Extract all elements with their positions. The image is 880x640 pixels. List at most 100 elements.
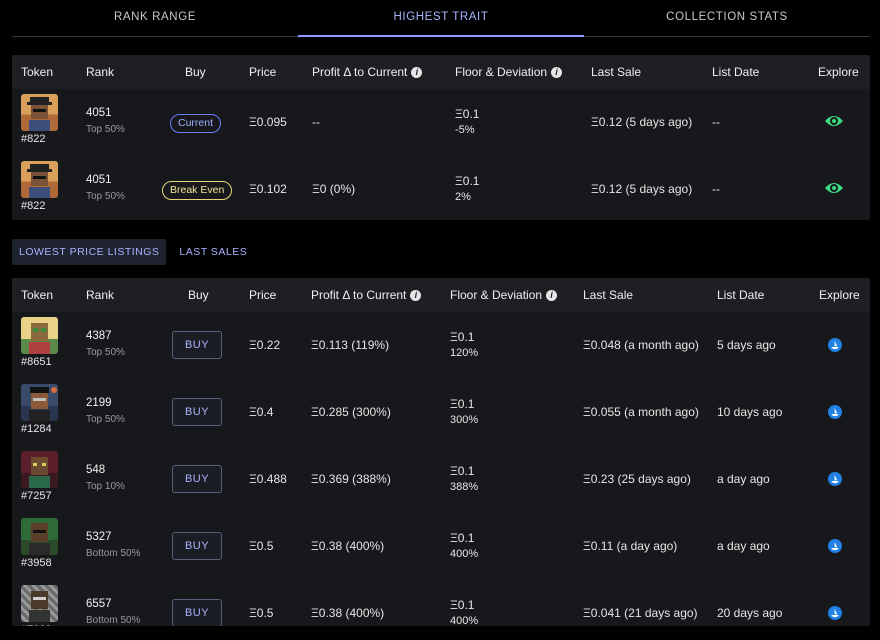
rank-percentile: Bottom 50%	[86, 615, 141, 626]
tab-rank-range[interactable]: RANK RANGE	[12, 0, 298, 36]
buy-button[interactable]: BUY	[172, 465, 222, 493]
header-buy: Buy	[188, 288, 209, 302]
last-sale: Ξ0.23 (25 days ago)	[583, 472, 691, 486]
header-last-sale: Last Sale	[583, 288, 634, 302]
break-even-badge: Break Even	[162, 181, 233, 200]
tab-lowest-price-listings[interactable]: LOWEST PRICE LISTINGS	[12, 239, 167, 265]
eye-icon[interactable]	[824, 180, 844, 196]
token-image[interactable]	[21, 585, 58, 622]
header-explore: Explore	[819, 288, 860, 302]
table-row: #822 4051 Top 50% Break Even Ξ0.102 Ξ0 (…	[12, 156, 870, 220]
header-price: Price	[249, 288, 277, 302]
table-row: #3958 5327 Bottom 50% BUY Ξ0.5 Ξ0.38 (40…	[12, 513, 870, 580]
floor-deviation: -5%	[455, 124, 475, 136]
tab-highest-trait[interactable]: HIGHEST TRAIT	[298, 0, 584, 37]
main-tabs: RANK RANGE HIGHEST TRAIT COLLECTION STAT…	[12, 0, 870, 37]
rank-value: 4051	[86, 107, 112, 119]
floor-deviation: 120%	[450, 347, 479, 359]
header-floor: Floor & Deviation i	[450, 278, 558, 312]
highest-trait-table: Token Rank Buy Price Profit Δ to Current…	[12, 55, 870, 220]
price: Ξ0.102	[249, 182, 287, 196]
opensea-icon[interactable]	[828, 405, 842, 419]
header-token: Token	[21, 288, 54, 302]
rank-value: 5327	[86, 531, 112, 543]
last-sale: Ξ0.11 (a day ago)	[583, 539, 678, 553]
token-id: #3958	[21, 557, 52, 569]
header-rank: Rank	[86, 65, 115, 79]
header-explore: Explore	[818, 65, 859, 79]
token-image[interactable]	[21, 451, 58, 488]
tab-collection-stats[interactable]: COLLECTION STATS	[584, 0, 870, 36]
header-profit-label: Profit Δ to Current	[312, 65, 408, 79]
token-image[interactable]	[21, 94, 58, 131]
buy-button[interactable]: BUY	[172, 532, 222, 560]
table-row: #7257 548 Top 10% BUY Ξ0.488 Ξ0.369 (388…	[12, 446, 870, 513]
price: Ξ0.22	[249, 338, 281, 352]
profit: Ξ0.38 (400%)	[311, 539, 385, 553]
list-date: 20 days ago	[717, 606, 783, 620]
profit: Ξ0.285 (300%)	[311, 405, 391, 419]
floor-price: Ξ0.1	[455, 107, 480, 121]
listings-table: Token Rank Buy Price Profit Δ to Current…	[12, 278, 870, 626]
table-header: Token Rank Buy Price Profit Δ to Current…	[12, 278, 870, 312]
last-sale: Ξ0.12 (5 days ago)	[591, 182, 693, 196]
info-icon[interactable]: i	[551, 67, 563, 79]
price: Ξ0.5	[249, 606, 274, 620]
info-icon[interactable]: i	[411, 67, 423, 79]
floor-deviation: 388%	[450, 481, 479, 493]
opensea-icon[interactable]	[828, 606, 842, 620]
opensea-icon[interactable]	[828, 472, 842, 486]
last-sale: Ξ0.055 (a month ago)	[583, 405, 699, 419]
current-badge: Current	[170, 114, 222, 133]
header-buy: Buy	[185, 65, 206, 79]
opensea-icon[interactable]	[828, 539, 842, 553]
token-id: #7223	[21, 624, 52, 626]
token-image[interactable]	[21, 518, 58, 555]
opensea-icon[interactable]	[828, 338, 842, 352]
last-sale: Ξ0.12 (5 days ago)	[591, 115, 693, 129]
table-row: #8651 4387 Top 50% BUY Ξ0.22 Ξ0.113 (119…	[12, 312, 870, 379]
token-image[interactable]	[21, 161, 58, 198]
floor-deviation: 300%	[450, 414, 479, 426]
table-row: #1284 2199 Top 50% BUY Ξ0.4 Ξ0.285 (300%…	[12, 379, 870, 446]
list-date: 5 days ago	[717, 338, 776, 352]
info-icon[interactable]: i	[410, 290, 422, 302]
floor-price: Ξ0.1	[450, 397, 475, 411]
token-image[interactable]	[21, 317, 58, 354]
price: Ξ0.488	[249, 472, 287, 486]
profit: Ξ0.369 (388%)	[311, 472, 391, 486]
info-icon[interactable]: i	[546, 290, 558, 302]
header-floor-label: Floor & Deviation	[455, 65, 548, 79]
header-profit: Profit Δ to Current i	[311, 278, 422, 312]
list-date: --	[712, 115, 720, 129]
eye-icon[interactable]	[824, 113, 844, 129]
table-row: #7223 6557 Bottom 50% BUY Ξ0.5 Ξ0.38 (40…	[12, 580, 870, 626]
profit: --	[312, 115, 320, 129]
token-id: #822	[21, 133, 46, 145]
table-row: #822 4051 Top 50% Current Ξ0.095 -- Ξ0.1…	[12, 89, 870, 156]
rank-percentile: Top 50%	[86, 347, 125, 358]
rank-percentile: Top 10%	[86, 481, 125, 492]
header-profit: Profit Δ to Current i	[312, 55, 423, 89]
rank-percentile: Top 50%	[86, 414, 125, 425]
listing-subtabs: LOWEST PRICE LISTINGS LAST SALES	[12, 239, 254, 265]
price: Ξ0.5	[249, 539, 274, 553]
buy-button[interactable]: BUY	[172, 331, 222, 359]
floor-price: Ξ0.1	[455, 174, 480, 188]
buy-button[interactable]: BUY	[172, 398, 222, 426]
header-list-date: List Date	[712, 65, 760, 79]
header-price: Price	[249, 65, 277, 79]
rank-value: 4051	[86, 174, 112, 186]
list-date: a day ago	[717, 539, 770, 553]
tab-last-sales[interactable]: LAST SALES	[172, 239, 254, 265]
list-date: a day ago	[717, 472, 770, 486]
profit: Ξ0.38 (400%)	[311, 606, 385, 620]
floor-price: Ξ0.1	[450, 330, 475, 344]
token-id: #1284	[21, 423, 52, 435]
last-sale: Ξ0.041 (21 days ago)	[583, 606, 698, 620]
header-floor-label: Floor & Deviation	[450, 288, 543, 302]
last-sale: Ξ0.048 (a month ago)	[583, 338, 699, 352]
token-image[interactable]	[21, 384, 58, 421]
rank-percentile: Bottom 50%	[86, 548, 141, 559]
buy-button[interactable]: BUY	[172, 599, 222, 626]
